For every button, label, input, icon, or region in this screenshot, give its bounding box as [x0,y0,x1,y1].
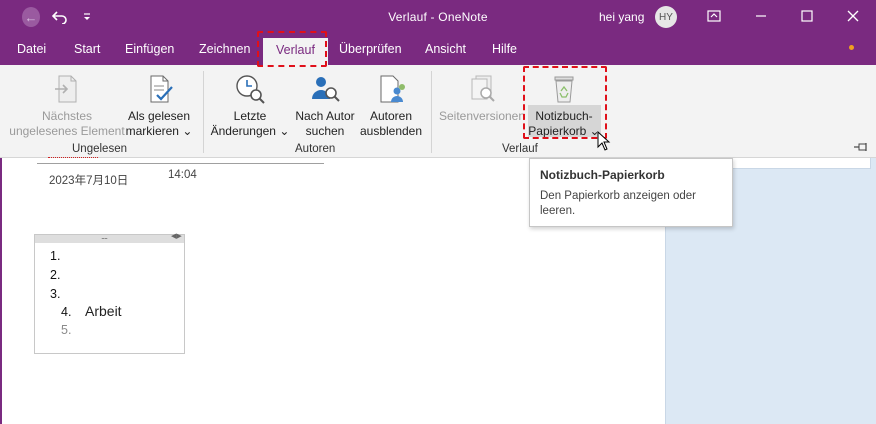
ribbon: Nächstes ungelesenes Element Als gelesen… [0,65,876,158]
next-unread-icon [55,75,77,103]
mark-read-label-2: markieren [125,124,179,138]
list-item-number: 4. [61,305,72,319]
tab-hilfe[interactable]: Hilfe [492,42,517,56]
next-unread-button[interactable]: Nächstes ungelesenes Element [8,73,126,139]
tooltip-description-line-1: Den Papierkorb anzeigen oder [540,190,696,202]
maximize-icon[interactable] [796,6,818,26]
tab-ansicht[interactable]: Ansicht [425,42,466,56]
minimize-icon[interactable] [750,6,772,26]
person-search-icon [312,77,340,102]
group-divider [431,71,432,153]
tab-einfuegen[interactable]: Einfügen [125,42,174,56]
notification-dot [849,45,854,50]
title-bar: ← Verlauf - OneNote hei yang HY [0,0,876,34]
note-container-handle[interactable]: .... ◀▶ [35,231,184,243]
avatar[interactable]: HY [655,6,677,28]
window-title: Verlauf - OneNote [388,10,488,24]
chevron-down-icon: ⌄ [279,124,290,138]
page-versions-icon [471,75,495,102]
group-divider [203,71,204,153]
ribbon-display-options-icon[interactable] [703,6,725,26]
tooltip-description: Den Papierkorb anzeigen oder leeren. [540,189,722,219]
list-item-text[interactable]: Arbeit [85,303,122,319]
find-by-author-button[interactable]: Nach Autor suchen [290,73,360,139]
group-label-autoren: Autoren [295,143,336,155]
page-date: 2023年7月10日 [49,175,129,187]
tab-ueberpruefen[interactable]: Überprüfen [339,42,402,56]
find-author-label-2: suchen [305,124,345,138]
recycle-bin-label-2: Papierkorb [528,124,587,138]
group-label-ungelesen: Ungelesen [72,143,127,155]
mouse-pointer-icon [597,130,611,154]
group-label-verlauf: Verlauf [502,143,538,155]
tab-start[interactable]: Start [74,42,100,56]
mark-as-read-button[interactable]: Als gelesen markieren ⌄ [124,73,194,139]
list-item-number: 3. [50,287,61,301]
clock-search-icon [236,75,265,104]
mark-read-icon [150,75,173,103]
recycle-bin-icon [554,76,574,103]
spellcheck-underline [48,157,98,159]
user-name[interactable]: hei yang [599,10,644,24]
page-left-border [0,158,2,424]
page-versions-button[interactable]: Seitenversionen [438,73,526,124]
recent-changes-button[interactable]: Letzte Änderungen ⌄ [208,73,292,139]
recent-changes-label-1: Letzte [233,109,267,123]
next-unread-label-1: Nächstes [41,109,93,123]
tab-datei[interactable]: Datei [17,42,46,56]
list-item-number: 1. [50,249,61,263]
close-icon[interactable] [842,6,864,26]
ribbon-tab-bar: Datei Start Einfügen Zeichnen Verlauf Üb… [0,34,876,65]
notebook-recycle-bin-button[interactable]: Notizbuch- Papierkorb ⌄ [526,73,602,139]
hide-authors-icon [380,75,405,103]
page-time: 14:04 [168,169,197,181]
page-title-underline [37,163,324,164]
recycle-bin-label-1: Notizbuch- [535,109,593,123]
find-author-label-1: Nach Autor [295,109,355,123]
list-item-number: 5. [61,323,72,337]
list-item-number: 2. [50,268,61,282]
tab-zeichnen[interactable]: Zeichnen [199,42,250,56]
recent-changes-label-2: Änderungen [210,124,276,138]
pin-ribbon-icon[interactable] [853,141,869,155]
hide-authors-button[interactable]: Autoren ausblenden [358,73,424,139]
drag-handle-icon[interactable]: .... [101,231,108,241]
tooltip-title: Notizbuch-Papierkorb [540,168,665,182]
tab-verlauf[interactable]: Verlauf [263,38,328,65]
tooltip-description-line-2: leeren. [540,205,576,217]
chevron-down-icon: ⌄ [182,124,193,138]
resize-handle-icon[interactable]: ◀▶ [171,232,182,240]
hide-authors-label-2: ausblenden [359,124,423,138]
page-versions-label: Seitenversionen [438,109,526,123]
next-unread-label-2: ungelesenes Element [9,124,125,138]
tooltip: Notizbuch-Papierkorb Den Papierkorb anze… [529,158,733,227]
hide-authors-label-1: Autoren [369,109,413,123]
mark-read-label-1: Als gelesen [127,109,191,123]
